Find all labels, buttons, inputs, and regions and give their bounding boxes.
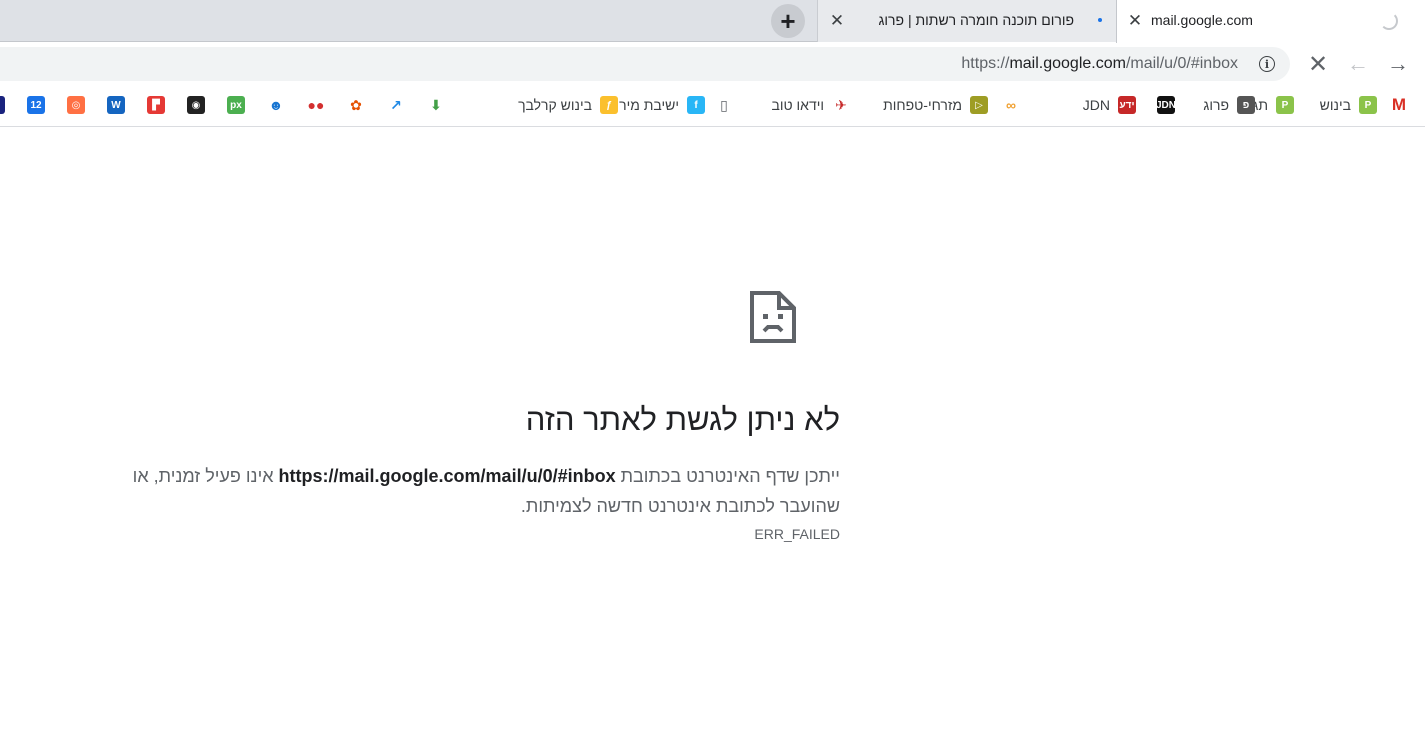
close-icon[interactable]: ✕ bbox=[827, 11, 847, 31]
tab-title: mail.google.com bbox=[1151, 12, 1253, 28]
error-url: https://mail.google.com/mail/u/0/#inbox bbox=[278, 466, 616, 486]
bookmark-21[interactable]: ◎ bbox=[67, 95, 85, 115]
dots-icon: ●● bbox=[307, 97, 325, 113]
loading-spinner-icon bbox=[1380, 12, 1398, 30]
bookmark-11[interactable]: ƒ בינוש קרלבך bbox=[518, 95, 618, 115]
trend-icon: ↗ bbox=[390, 96, 402, 113]
bookmark-1[interactable]: P בינוש bbox=[1320, 95, 1377, 115]
bookmark-2[interactable]: P תג bbox=[1252, 95, 1294, 115]
bookmark-label: מזרחי-טפחות bbox=[883, 97, 962, 113]
bookmark-label: בינוש קרלבך bbox=[518, 97, 592, 113]
bookmark-22[interactable]: 12 bbox=[27, 95, 45, 115]
bookmark-5[interactable]: ידע JDN bbox=[1083, 95, 1136, 115]
calendar-icon: 12 bbox=[27, 96, 45, 114]
error-description: ייתכן שדף האינטרנט בכתובת https://mail.g… bbox=[80, 461, 840, 521]
arrow-right-icon: → bbox=[1387, 51, 1409, 76]
gmail-icon: M bbox=[1391, 96, 1407, 114]
bookmark-3[interactable]: פ פרוג bbox=[1203, 95, 1255, 115]
circle-logo-icon: ◎ bbox=[67, 96, 85, 114]
new-tab-button[interactable]: + bbox=[771, 4, 805, 38]
arrow-left-icon: ← bbox=[1347, 51, 1369, 76]
close-icon: ✕ bbox=[1307, 50, 1329, 78]
address-bar[interactable]: https://mail.google.com/mail/u/0/#inbox … bbox=[0, 47, 1290, 81]
bookmark-6[interactable]: ∞ bbox=[1002, 95, 1020, 115]
flower-icon: ✿ bbox=[350, 96, 362, 113]
partial-icon bbox=[0, 96, 5, 114]
bookmark-15[interactable]: ●● bbox=[307, 95, 325, 115]
url-prefix: https:// bbox=[961, 55, 1010, 72]
bookmark-7[interactable]: ▷ מזרחי-טפחות bbox=[883, 95, 988, 115]
toolbar: https://mail.google.com/mail/u/0/#inbox … bbox=[0, 43, 1425, 87]
bookmark-0[interactable]: M bbox=[1390, 95, 1408, 115]
bookmark-12[interactable]: ⬇ bbox=[427, 95, 445, 115]
freelance-icon: f bbox=[687, 96, 705, 114]
bookmarks-bar: M P בינוש P תג פ פרוג JDN ידע JDN ∞ ▷ מזרחי-טפחות ✈ וי… bbox=[0, 87, 1425, 127]
url-text[interactable]: https://mail.google.com/mail/u/0/#inbox bbox=[961, 55, 1238, 73]
close-icon[interactable]: ✕ bbox=[1125, 11, 1145, 31]
bookmark-4[interactable]: JDN bbox=[1157, 95, 1175, 115]
bookmark-label: JDN bbox=[1082, 97, 1110, 113]
bookmark-18[interactable]: ◉ bbox=[187, 95, 205, 115]
error-code: ERR_FAILED bbox=[754, 526, 840, 542]
yediot-icon: ידע bbox=[1118, 96, 1136, 114]
url-host: mail.google.com bbox=[1009, 55, 1126, 72]
error-title: לא ניתן לגשת לאתר הזה bbox=[525, 402, 840, 437]
plus-icon: + bbox=[780, 6, 796, 36]
bookmark-17[interactable]: px bbox=[227, 95, 245, 115]
prog-icon: פ bbox=[1237, 96, 1255, 114]
bookmark-label: בינוש bbox=[1319, 97, 1351, 113]
bookmark-23[interactable] bbox=[0, 95, 5, 115]
bookmark-label: ישיבת מיר bbox=[619, 97, 679, 113]
info-icon[interactable]: i bbox=[1259, 56, 1275, 72]
back-button[interactable]: ← bbox=[1346, 51, 1370, 76]
robot-icon: ☻ bbox=[268, 97, 284, 113]
download-arrow-icon: ⬇ bbox=[430, 96, 442, 113]
red-square-icon: ▛ bbox=[147, 96, 165, 114]
document-icon: ▯ bbox=[720, 96, 728, 113]
camera-icon: ◉ bbox=[187, 96, 205, 114]
bookmark-16[interactable]: ☻ bbox=[267, 95, 285, 115]
yellow-figure-icon: ƒ bbox=[600, 96, 618, 114]
infinity-icon: ∞ bbox=[1006, 97, 1016, 113]
proj-icon: P bbox=[1276, 96, 1294, 114]
notification-dot-icon bbox=[1098, 18, 1102, 22]
flag-icon: ✈ bbox=[835, 96, 847, 113]
bookmark-8[interactable]: ✈ וידאו טוב bbox=[772, 95, 851, 115]
word-icon: W bbox=[107, 96, 125, 114]
video-icon: ▷ bbox=[970, 96, 988, 114]
bookmark-9[interactable]: ▯ bbox=[715, 95, 733, 115]
bookmark-13[interactable]: ↗ bbox=[387, 95, 405, 115]
px-icon: px bbox=[227, 96, 245, 114]
bookmark-10[interactable]: f ישיבת מיר bbox=[619, 95, 705, 115]
bookmark-20[interactable]: W bbox=[107, 95, 125, 115]
tab-strip: + ✕ פורום תוכנה חומרה רשתות | פרוג ✕ mai… bbox=[0, 0, 1425, 43]
bookmark-label: פרוג bbox=[1203, 97, 1229, 113]
error-desc-before: ייתכן שדף האינטרנט בכתובת bbox=[615, 466, 840, 486]
tab-gmail[interactable]: ✕ mail.google.com bbox=[1116, 0, 1425, 43]
proj-icon: P bbox=[1359, 96, 1377, 114]
url-path: /mail/u/0/#inbox bbox=[1125, 55, 1238, 72]
jdn-icon: JDN bbox=[1157, 96, 1175, 114]
stop-button[interactable]: ✕ bbox=[1306, 50, 1330, 78]
bookmark-14[interactable]: ✿ bbox=[347, 95, 365, 115]
tab-title: פורום תוכנה חומרה רשתות | פרוג bbox=[878, 12, 1074, 28]
forward-button[interactable]: → bbox=[1386, 51, 1410, 76]
bookmark-19[interactable]: ▛ bbox=[147, 95, 165, 115]
bookmark-label: וידאו טוב bbox=[771, 97, 825, 113]
tab-prog-forum[interactable]: ✕ פורום תוכנה חומרה רשתות | פרוג bbox=[817, 0, 1116, 42]
sad-document-icon bbox=[750, 291, 796, 343]
